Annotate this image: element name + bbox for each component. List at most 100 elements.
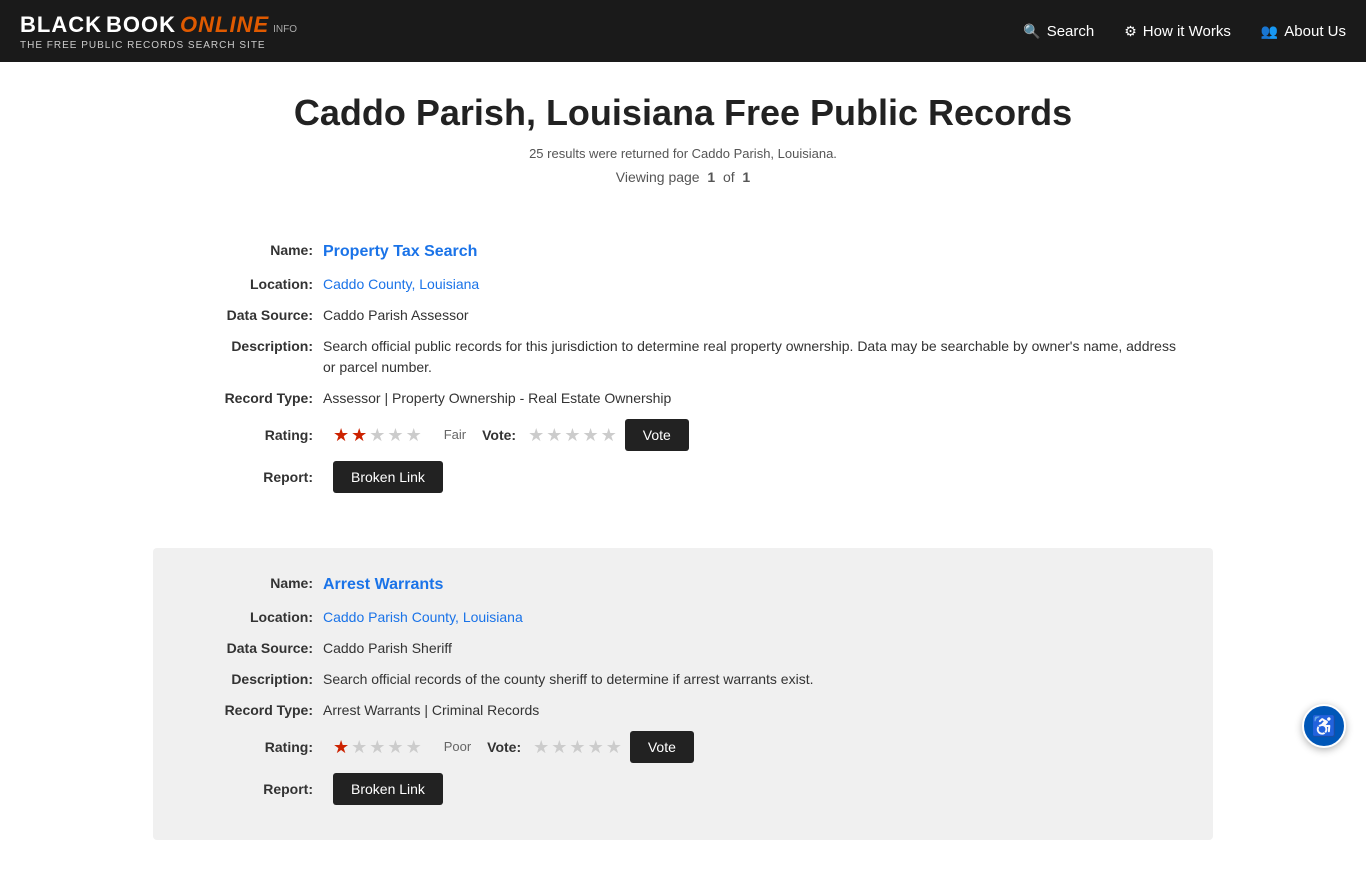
record-name-2[interactable]: Arrest Warrants	[323, 573, 443, 597]
record-location-2[interactable]: Caddo Parish County, Louisiana	[323, 607, 523, 628]
rating-label-2: Rating:	[183, 737, 313, 758]
nav-search-label: Search	[1047, 23, 1095, 40]
gear-icon: ⚙	[1124, 23, 1137, 40]
vote-button-2[interactable]: Vote	[630, 731, 694, 763]
record-report-row-1: Report: Broken Link	[183, 461, 1183, 493]
rating-stars-1: ★ ★ ★ ★ ★	[333, 422, 422, 449]
vote-star-1-5[interactable]: ★	[601, 422, 617, 449]
vote-stars-2[interactable]: ★ ★ ★ ★ ★	[533, 734, 622, 761]
vote-star-1-2[interactable]: ★	[546, 422, 562, 449]
logo-black: BLACK	[20, 12, 102, 38]
location-label-2: Location:	[183, 607, 313, 628]
star-2-5: ★	[406, 734, 422, 761]
record-location-row-1: Location: Caddo County, Louisiana	[183, 274, 1183, 295]
source-label-1: Data Source:	[183, 305, 313, 326]
nav-about-us-label: About Us	[1284, 23, 1346, 40]
record-type-1: Assessor | Property Ownership - Real Est…	[323, 388, 671, 409]
vote-label-1: Vote:	[482, 425, 516, 446]
record-type-row-1: Record Type: Assessor | Property Ownersh…	[183, 388, 1183, 409]
logo-info: INFO	[273, 24, 297, 35]
star-1-2: ★	[351, 422, 367, 449]
accessibility-icon: ♿	[1312, 714, 1337, 739]
record-desc-2: Search official records of the county sh…	[323, 669, 813, 690]
pagination-prefix: Viewing page	[616, 169, 700, 185]
site-header: BLACK BOOK ONLINE INFO THE FREE PUBLIC R…	[0, 0, 1366, 62]
main-content: Caddo Parish, Louisiana Free Public Reco…	[133, 62, 1233, 890]
record-desc-1: Search official public records for this …	[323, 336, 1183, 378]
pagination-info: Viewing page 1 of 1	[153, 169, 1213, 185]
record-desc-row-2: Description: Search official records of …	[183, 669, 1183, 690]
logo-subtitle: THE FREE PUBLIC RECORDS SEARCH SITE	[20, 40, 297, 51]
vote-stars-1[interactable]: ★ ★ ★ ★ ★	[528, 422, 617, 449]
desc-label-1: Description:	[183, 336, 313, 378]
logo: BLACK BOOK ONLINE INFO THE FREE PUBLIC R…	[20, 12, 297, 51]
vote-star-1-4[interactable]: ★	[582, 422, 598, 449]
vote-star-1-3[interactable]: ★	[564, 422, 580, 449]
pagination-separator: of	[723, 169, 735, 185]
name-label: Name:	[183, 240, 313, 264]
vote-star-2-1[interactable]: ★	[533, 734, 549, 761]
record-type-2: Arrest Warrants | Criminal Records	[323, 700, 539, 721]
nav-about-us[interactable]: 👥 About Us	[1261, 23, 1346, 40]
vote-star-2-4[interactable]: ★	[588, 734, 604, 761]
pagination-total: 1	[742, 169, 750, 185]
vote-label-2: Vote:	[487, 737, 521, 758]
name-label-2: Name:	[183, 573, 313, 597]
broken-link-button-2[interactable]: Broken Link	[333, 773, 443, 805]
broken-link-button-1[interactable]: Broken Link	[333, 461, 443, 493]
record-desc-row-1: Description: Search official public reco…	[183, 336, 1183, 378]
main-nav: 🔍 Search ⚙ How it Works 👥 About Us	[1023, 23, 1346, 40]
record-name-1[interactable]: Property Tax Search	[323, 240, 477, 264]
vote-star-2-3[interactable]: ★	[569, 734, 585, 761]
type-label-1: Record Type:	[183, 388, 313, 409]
nav-how-it-works-label: How it Works	[1143, 23, 1231, 40]
record-rating-row-2: Rating: ★ ★ ★ ★ ★ Poor Vote: ★ ★ ★ ★ ★ V…	[183, 731, 1183, 763]
results-info: 25 results were returned for Caddo Paris…	[153, 146, 1213, 161]
record-report-row-2: Report: Broken Link	[183, 773, 1183, 805]
accessibility-button[interactable]: ♿	[1302, 704, 1346, 748]
desc-label-2: Description:	[183, 669, 313, 690]
nav-how-it-works[interactable]: ⚙ How it Works	[1124, 23, 1231, 40]
record-source-2: Caddo Parish Sheriff	[323, 638, 452, 659]
star-1-5: ★	[406, 422, 422, 449]
pagination-current: 1	[707, 169, 715, 185]
page-title: Caddo Parish, Louisiana Free Public Reco…	[153, 92, 1213, 134]
nav-search[interactable]: 🔍 Search	[1023, 23, 1094, 40]
report-label-2: Report:	[183, 779, 313, 800]
record-name-row: Name: Property Tax Search	[183, 240, 1183, 264]
star-2-3: ★	[369, 734, 385, 761]
type-label-2: Record Type:	[183, 700, 313, 721]
rating-stars-2: ★ ★ ★ ★ ★	[333, 734, 422, 761]
star-1-1: ★	[333, 422, 349, 449]
record-type-row-2: Record Type: Arrest Warrants | Criminal …	[183, 700, 1183, 721]
record-name-row-2: Name: Arrest Warrants	[183, 573, 1183, 597]
star-1-4: ★	[387, 422, 403, 449]
rating-text-1: Fair	[444, 425, 466, 445]
record-card-1: Name: Property Tax Search Location: Cadd…	[153, 215, 1213, 528]
vote-button-1[interactable]: Vote	[625, 419, 689, 451]
record-location-1[interactable]: Caddo County, Louisiana	[323, 274, 479, 295]
vote-section-2: Vote: ★ ★ ★ ★ ★ Vote	[487, 731, 694, 763]
logo-book: BOOK	[106, 12, 176, 38]
vote-section-1: Vote: ★ ★ ★ ★ ★ Vote	[482, 419, 689, 451]
rating-label-1: Rating:	[183, 425, 313, 446]
location-label-1: Location:	[183, 274, 313, 295]
vote-star-2-5[interactable]: ★	[606, 734, 622, 761]
record-card-2: Name: Arrest Warrants Location: Caddo Pa…	[153, 548, 1213, 840]
source-label-2: Data Source:	[183, 638, 313, 659]
logo-online: ONLINE	[180, 12, 269, 38]
vote-star-1-1[interactable]: ★	[528, 422, 544, 449]
record-location-row-2: Location: Caddo Parish County, Louisiana	[183, 607, 1183, 628]
rating-text-2: Poor	[444, 737, 471, 757]
record-source-row-2: Data Source: Caddo Parish Sheriff	[183, 638, 1183, 659]
vote-star-2-2[interactable]: ★	[551, 734, 567, 761]
report-label-1: Report:	[183, 467, 313, 488]
people-icon: 👥	[1261, 23, 1278, 40]
search-icon: 🔍	[1023, 23, 1040, 40]
star-2-4: ★	[387, 734, 403, 761]
star-1-3: ★	[369, 422, 385, 449]
record-rating-row-1: Rating: ★ ★ ★ ★ ★ Fair Vote: ★ ★ ★ ★ ★ V…	[183, 419, 1183, 451]
star-2-2: ★	[351, 734, 367, 761]
record-source-1: Caddo Parish Assessor	[323, 305, 469, 326]
record-source-row-1: Data Source: Caddo Parish Assessor	[183, 305, 1183, 326]
